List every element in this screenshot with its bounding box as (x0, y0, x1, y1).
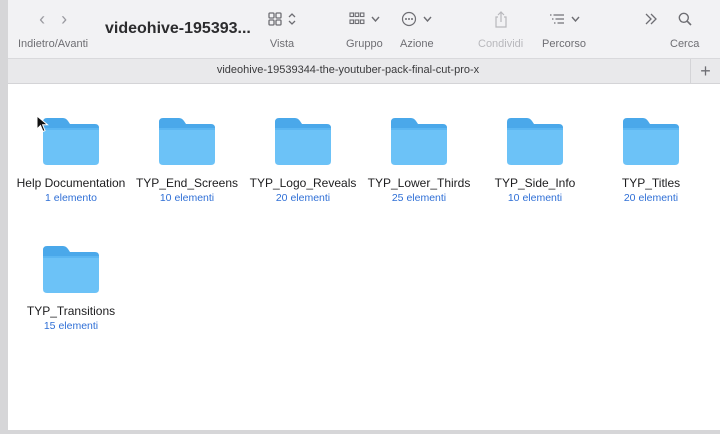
search-button[interactable]: Cerca (670, 8, 699, 50)
grid-view-icon (268, 12, 282, 26)
search-label: Cerca (670, 38, 700, 50)
finder-window: ‹ › Indietro/Avanti videohive-195393... … (8, 0, 720, 434)
back-forward-control[interactable]: ‹ › Indietro/Avanti (18, 8, 88, 50)
desktop-edge (0, 0, 8, 434)
folder-item[interactable]: TYP_Side_Info 10 elementi (477, 116, 593, 205)
folder-item[interactable]: TYP_Titles 20 elementi (593, 116, 709, 205)
search-icon (678, 12, 692, 26)
more-toolbar-button[interactable] (644, 8, 658, 30)
folder-icon (391, 118, 447, 165)
share-icon (495, 10, 507, 28)
chevron-down-icon (423, 16, 432, 22)
folder-item[interactable]: TYP_Lower_Thirds 25 elementi (361, 116, 477, 205)
folder-count: 1 elemento (45, 192, 97, 204)
folder-name: TYP_Logo_Reveals (249, 176, 357, 190)
tab-bar: videohive-19539344-the-youtuber-pack-fin… (8, 58, 720, 84)
folder-name: Help Documentation (16, 176, 126, 190)
folder-icon (43, 246, 99, 293)
folder-name: TYP_Titles (621, 176, 681, 190)
view-button[interactable]: Vista (268, 8, 296, 50)
share-button[interactable]: Condividi (478, 8, 523, 50)
view-label: Vista (269, 38, 295, 50)
folder-item[interactable]: TYP_Transitions 15 elementi (13, 244, 129, 333)
list-icon (549, 14, 564, 24)
folder-grid: Help Documentation 1 elemento TYP_End_Sc… (8, 84, 720, 434)
toolbar: ‹ › Indietro/Avanti videohive-195393... … (8, 0, 720, 58)
action-button[interactable]: Azione (400, 8, 434, 50)
mouse-pointer-icon (36, 115, 49, 133)
forward-chevron-icon[interactable]: › (61, 10, 67, 28)
chevron-down-icon (570, 16, 580, 22)
folder-icon (275, 118, 331, 165)
chevron-down-icon (371, 16, 380, 22)
folder-count: 15 elementi (43, 320, 99, 332)
group-button[interactable]: Gruppo (346, 8, 383, 50)
path-button[interactable]: Percorso (542, 8, 586, 50)
folder-count: 20 elementi (275, 192, 331, 204)
tab-title[interactable]: videohive-19539344-the-youtuber-pack-fin… (8, 64, 688, 76)
folder-item[interactable]: TYP_Logo_Reveals 20 elementi (245, 116, 361, 205)
folder-name: TYP_Side_Info (494, 176, 576, 190)
nav-label: Indietro/Avanti (18, 38, 89, 50)
folder-icon (623, 118, 679, 165)
group-label: Gruppo (346, 38, 383, 50)
folder-icon (43, 118, 99, 165)
folder-icon (507, 118, 563, 165)
folder-name: TYP_End_Screens (135, 176, 239, 190)
share-label: Condividi (478, 38, 524, 50)
folder-count: 25 elementi (391, 192, 447, 204)
window-title: videohive-195393... (105, 20, 251, 37)
folder-count: 20 elementi (623, 192, 679, 204)
folder-item[interactable]: TYP_End_Screens 10 elementi (129, 116, 245, 205)
folder-icon (159, 118, 215, 165)
ellipsis-circle-icon (402, 11, 417, 27)
window-bottom-edge (0, 430, 720, 434)
folder-name: TYP_Lower_Thirds (367, 176, 471, 190)
path-label: Percorso (542, 38, 587, 50)
folder-name: TYP_Transitions (26, 304, 116, 318)
folder-count: 10 elementi (507, 192, 563, 204)
updown-chevron-icon (288, 13, 296, 25)
group-grid-icon (349, 12, 365, 25)
folder-item[interactable]: Help Documentation 1 elemento (13, 116, 129, 205)
action-label: Azione (400, 38, 434, 50)
folder-count: 10 elementi (159, 192, 215, 204)
new-tab-button[interactable]: + (690, 59, 720, 84)
double-chevron-right-icon (645, 13, 657, 25)
back-chevron-icon[interactable]: ‹ (39, 10, 45, 28)
